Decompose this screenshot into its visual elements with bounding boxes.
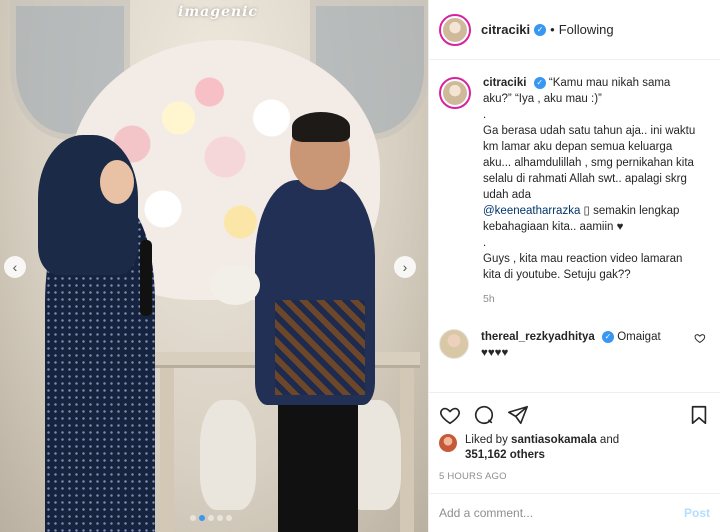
caption: citraciki ✓ “Kamu mau nikah sama aku?” “… — [439, 75, 706, 307]
share-paper-plane-icon[interactable] — [507, 404, 529, 426]
carousel-next-button[interactable]: › — [394, 256, 416, 278]
verified-badge-icon: ✓ — [533, 76, 546, 89]
woman-hijab — [38, 135, 138, 275]
caption-line: . — [483, 237, 487, 249]
batik-pattern — [275, 300, 365, 395]
table-leg — [400, 368, 414, 532]
post-actions: Liked by santiasokamala and 351,162 othe… — [429, 392, 720, 482]
mention-link[interactable]: @keeneatharrazka — [483, 205, 580, 217]
like-heart-icon[interactable] — [439, 404, 461, 426]
carousel-indicator — [190, 515, 232, 521]
carousel-dot — [208, 515, 214, 521]
heart-outline-icon[interactable] — [694, 332, 706, 344]
likes-conjunction: and — [599, 434, 620, 446]
post-header: citraciki ✓ • Following — [429, 0, 720, 60]
comments-section[interactable]: citraciki ✓ “Kamu mau nikah sama aku?” “… — [429, 61, 720, 391]
avatar[interactable] — [439, 329, 469, 359]
microphone — [140, 240, 152, 316]
comment-hearts: ♥♥♥♥ — [481, 347, 509, 359]
comment-input[interactable] — [439, 506, 684, 520]
comment-item: thereal_rezkyadhitya ✓ Omaigat ♥♥♥♥ — [439, 329, 706, 361]
avatar[interactable] — [439, 434, 457, 452]
header-separator: • — [550, 22, 555, 37]
likes-user-link[interactable]: santiasokamala — [511, 434, 597, 446]
likes-text: Liked by santiasokamala and 351,162 othe… — [465, 433, 619, 463]
action-bar — [439, 399, 710, 431]
likes-summary: Liked by santiasokamala and 351,162 othe… — [439, 433, 710, 463]
chevron-right-icon: › — [402, 259, 408, 275]
man-trousers — [278, 395, 358, 532]
man-hair — [292, 112, 350, 142]
emoji-placeholder: ▯ — [583, 205, 590, 217]
carousel-dot — [199, 515, 205, 521]
caption-time[interactable]: 5h — [483, 291, 701, 307]
watermark-logo: imagenic — [178, 4, 258, 20]
caption-line: Guys , kita mau reaction video lamaran k… — [483, 253, 683, 281]
woman-face — [100, 160, 134, 204]
comment-message: Omaigat — [617, 331, 661, 343]
header-username[interactable]: citraciki — [481, 22, 530, 37]
carousel-dot — [226, 515, 232, 521]
bouquet — [210, 265, 260, 305]
avatar[interactable] — [439, 13, 471, 46]
post-sidebar: citraciki ✓ • Following citraciki ✓ “Kam… — [428, 0, 720, 532]
verified-badge-icon: ✓ — [602, 330, 614, 343]
post-comment-button[interactable]: Post — [684, 506, 710, 520]
add-comment-bar: Post — [429, 493, 720, 532]
comment-bubble-icon[interactable] — [473, 404, 495, 426]
caption-username[interactable]: citraciki — [483, 77, 526, 89]
likes-count-link[interactable]: 351,162 others — [465, 449, 545, 461]
chevron-left-icon: ‹ — [12, 259, 18, 275]
vase — [200, 400, 256, 510]
carousel-prev-button[interactable]: ‹ — [4, 256, 26, 278]
carousel-dot — [217, 515, 223, 521]
post-timestamp[interactable]: 5 HOURS AGO — [439, 471, 710, 482]
comment-username[interactable]: thereal_rezkyadhitya — [481, 331, 595, 343]
verified-badge-icon: ✓ — [534, 23, 547, 36]
avatar[interactable] — [439, 77, 471, 109]
post-photo[interactable]: imagenic ‹ › — [0, 0, 428, 532]
table-leg — [160, 368, 174, 532]
bookmark-icon[interactable] — [688, 404, 710, 426]
caption-text: citraciki ✓ “Kamu mau nikah sama aku?” “… — [483, 75, 701, 307]
comment-text: thereal_rezkyadhitya ✓ Omaigat ♥♥♥♥ — [481, 329, 688, 361]
caption-line: Ga berasa udah satu tahun aja.. ini wakt… — [483, 125, 696, 201]
likes-prefix: Liked by — [465, 434, 508, 446]
caption-line: . — [483, 109, 487, 121]
follow-status-button[interactable]: Following — [559, 22, 614, 37]
carousel-dot — [190, 515, 196, 521]
